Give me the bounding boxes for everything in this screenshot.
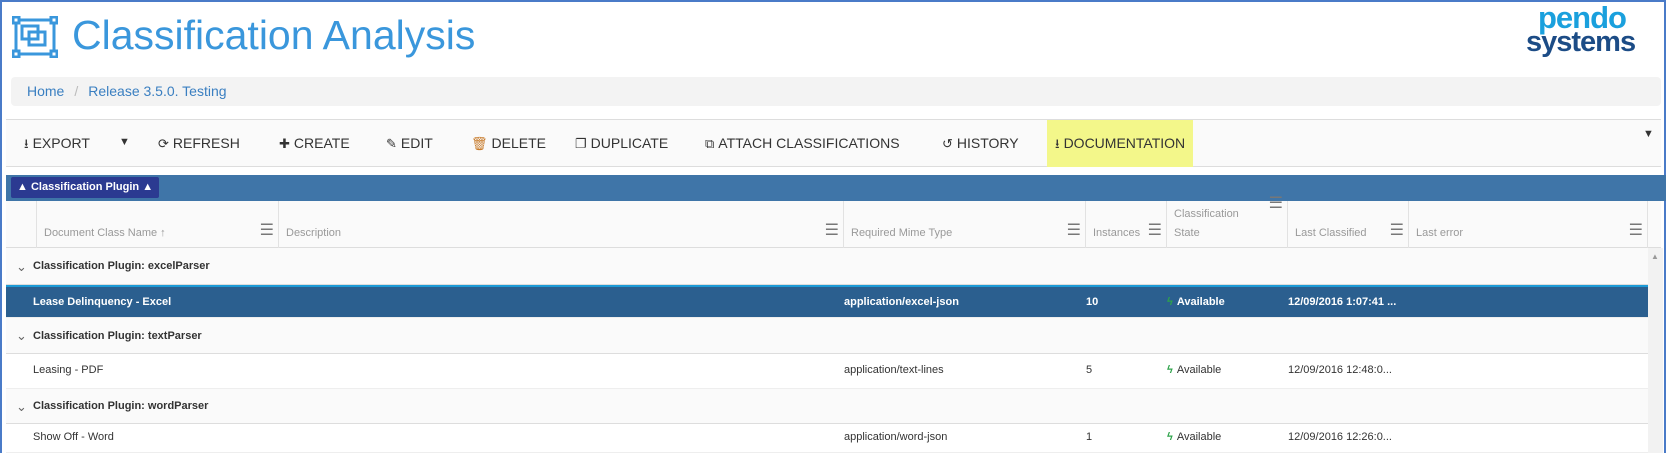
group-label: Classification Plugin: textParser: [33, 330, 202, 342]
pendo-systems-logo: pendo systems: [1526, 0, 1636, 58]
cell-state: ϟ Available: [1167, 431, 1222, 443]
export-button[interactable]: ⭳ EXPORT: [24, 120, 90, 167]
breadcrumb-release[interactable]: Release 3.5.0. Testing: [88, 83, 226, 99]
chevron-down-icon[interactable]: ⌄: [16, 248, 27, 285]
copy-icon: ❐: [575, 136, 587, 151]
group-row[interactable]: ⌄ Classification Plugin: wordParser: [6, 389, 1648, 424]
lightning-icon: ϟ: [1167, 364, 1173, 376]
table-row[interactable]: Leasing - PDF application/text-lines 5 ϟ Ava…: [6, 354, 1648, 389]
scroll-up-arrow: ▲: [1651, 252, 1659, 261]
export-dropdown-caret[interactable]: ▼: [119, 136, 130, 148]
cell-mime: application/excel-json: [844, 296, 959, 308]
column-menu-icon: ☰: [1628, 222, 1643, 239]
cell-instances: 1: [1086, 431, 1093, 443]
duplicate-button[interactable]: ❐ DUPLICATE: [575, 120, 668, 167]
plus-icon: ✚: [279, 136, 290, 151]
classification-icon: [12, 16, 58, 58]
group-chip-classification-plugin[interactable]: ▲ Classification Plugin ▲: [11, 177, 160, 198]
download-icon: ⭳: [1055, 136, 1060, 151]
column-menu-icon: ☰: [1147, 222, 1162, 239]
cell-last-classified: 12/09/2016 12:48:0...: [1288, 364, 1392, 376]
group-label: Classification Plugin: wordParser: [33, 400, 209, 412]
column-menu-icon: ☰: [1389, 222, 1404, 239]
cell-state: ϟ Available: [1167, 364, 1222, 376]
cell-state: ϟ Available: [1167, 296, 1225, 308]
cell-last-classified: 12/09/2016 1:07:41 ...: [1288, 296, 1397, 308]
breadcrumb-home[interactable]: Home: [27, 83, 64, 99]
group-row[interactable]: ⌄ Classification Plugin: excelParser: [6, 248, 1648, 285]
cell-name: Show Off - Word: [33, 431, 114, 443]
history-icon: ↺: [942, 136, 953, 151]
trash-icon: 🗑: [471, 136, 488, 151]
delete-button[interactable]: 🗑 DELETE: [471, 120, 546, 167]
column-header-name[interactable]: Document Class Name ↑ ☰: [36, 201, 278, 248]
table-row[interactable]: Show Off - Word application/word-json 1 ϟ Av…: [6, 424, 1648, 453]
cell-instances: 5: [1086, 364, 1093, 376]
column-header-instances[interactable]: Instances ☰: [1085, 201, 1166, 248]
table-header: Document Class Name ↑ ☰ Description ☰ Requ…: [6, 196, 1661, 248]
refresh-icon: ⟳: [158, 136, 169, 151]
page-title: Classification Analysis: [72, 12, 476, 58]
column-menu-icon: ☰: [824, 222, 839, 239]
cell-last-classified: 12/09/2016 12:26:0...: [1288, 431, 1392, 443]
group-row[interactable]: ⌄ Classification Plugin: textParser: [6, 318, 1648, 354]
cell-mime: application/word-json: [844, 431, 948, 443]
attach-classifications-button[interactable]: ⧉ ATTACH CLASSIFICATIONS: [705, 120, 900, 167]
edit-icon: ✎: [386, 136, 397, 151]
cell-name: Leasing - PDF: [33, 364, 104, 376]
column-menu-icon: ☰: [259, 222, 274, 239]
column-header-state[interactable]: Classification State ☰: [1166, 196, 1287, 248]
download-icon: ⭳: [24, 136, 29, 151]
create-button[interactable]: ✚ CREATE: [279, 120, 350, 167]
edit-button[interactable]: ✎ EDIT: [386, 120, 433, 167]
breadcrumb: Home / Release 3.5.0. Testing: [11, 77, 1661, 106]
toolbar: ⭳ EXPORT ▼ ⟳ REFRESH ✚ CREATE ✎ EDIT 🗑 DELETE…: [6, 119, 1661, 167]
cell-mime: application/text-lines: [844, 364, 944, 376]
column-header-last-classified[interactable]: Last Classified ☰: [1287, 201, 1408, 248]
refresh-button[interactable]: ⟳ REFRESH: [158, 120, 240, 167]
column-menu-icon: ☰: [1066, 222, 1081, 239]
column-header-last-error[interactable]: Last error ☰: [1408, 201, 1648, 248]
toolbar-overflow-caret[interactable]: ▼: [1643, 128, 1654, 140]
cell-name: Lease Delinquency - Excel: [33, 296, 172, 308]
cell-instances: 10: [1086, 296, 1099, 308]
group-label: Classification Plugin: excelParser: [33, 260, 210, 272]
column-menu-icon: ☰: [1268, 195, 1283, 212]
chevron-down-icon[interactable]: ⌄: [16, 318, 27, 354]
attach-icon: ⧉: [705, 136, 715, 151]
lightning-icon: ϟ: [1167, 431, 1173, 443]
vertical-scrollbar[interactable]: ▲: [1648, 248, 1663, 453]
column-header-description[interactable]: Description ☰: [278, 201, 843, 248]
chevron-down-icon[interactable]: ⌄: [16, 389, 27, 424]
column-header-mime[interactable]: Required Mime Type ☰: [843, 201, 1085, 248]
table-row[interactable]: Lease Delinquency - Excel application/exc…: [6, 285, 1648, 318]
lightning-icon: ϟ: [1167, 296, 1173, 308]
history-button[interactable]: ↺ HISTORY: [942, 120, 1019, 167]
documentation-button[interactable]: ⭳ DOCUMENTATION: [1047, 120, 1194, 167]
grouping-bar: ▲ Classification Plugin ▲: [6, 175, 1666, 201]
